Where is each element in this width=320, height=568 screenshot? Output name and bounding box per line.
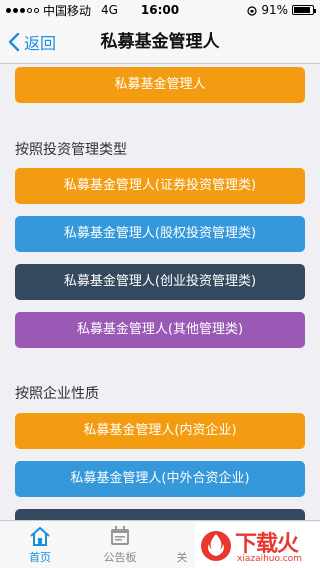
watermark-sub: xiazaihuo.com — [237, 554, 302, 564]
manager-domestic-button[interactable]: 私募基金管理人(内资企业) — [15, 413, 305, 449]
status-bar: 中国移动 4G 16:00 91% — [0, 0, 320, 20]
manager-venture-button[interactable]: 私募基金管理人(创业投资管理类) — [15, 264, 305, 300]
home-icon — [30, 527, 50, 546]
battery-icon — [292, 5, 316, 15]
section-enterprise-type-title: 按照企业性质 — [15, 386, 99, 402]
content-list[interactable]: 私募基金管理人 按照投资管理类型 私募基金管理人(证券投资管理类) 私募基金管理… — [0, 65, 320, 520]
status-right: 91% — [247, 3, 316, 17]
tab-about-label: 关 — [176, 551, 188, 564]
manager-securities-button[interactable]: 私募基金管理人(证券投资管理类) — [15, 168, 305, 204]
manager-all-button[interactable]: 私募基金管理人 — [15, 67, 305, 103]
section-investment-type-title: 按照投资管理类型 — [15, 142, 127, 158]
tab-bulletin-label: 公告板 — [103, 551, 137, 564]
manager-joint-venture-button[interactable]: 私募基金管理人(中外合资企业) — [15, 461, 305, 497]
manager-other-button[interactable]: 私募基金管理人(其他管理类) — [15, 312, 305, 348]
manager-equity-button[interactable]: 私募基金管理人(股权投资管理类) — [15, 216, 305, 252]
watermark-logo: 下载火 xiazaihuo.com — [195, 522, 320, 568]
battery-fill — [294, 7, 311, 13]
battery-percent: 91% — [261, 3, 288, 17]
page-title: 私募基金管理人 — [100, 32, 220, 52]
tab-bulletin[interactable]: 公告板 — [88, 521, 152, 568]
tab-home[interactable]: 首页 — [8, 521, 72, 568]
calendar-icon — [111, 526, 129, 545]
tab-home-label: 首页 — [29, 551, 51, 564]
nav-bar: 返回 私募基金管理人 — [0, 20, 320, 64]
lock-rotation-icon — [247, 5, 257, 16]
flame-logo-icon — [201, 531, 231, 561]
manager-next-button[interactable] — [15, 509, 305, 520]
